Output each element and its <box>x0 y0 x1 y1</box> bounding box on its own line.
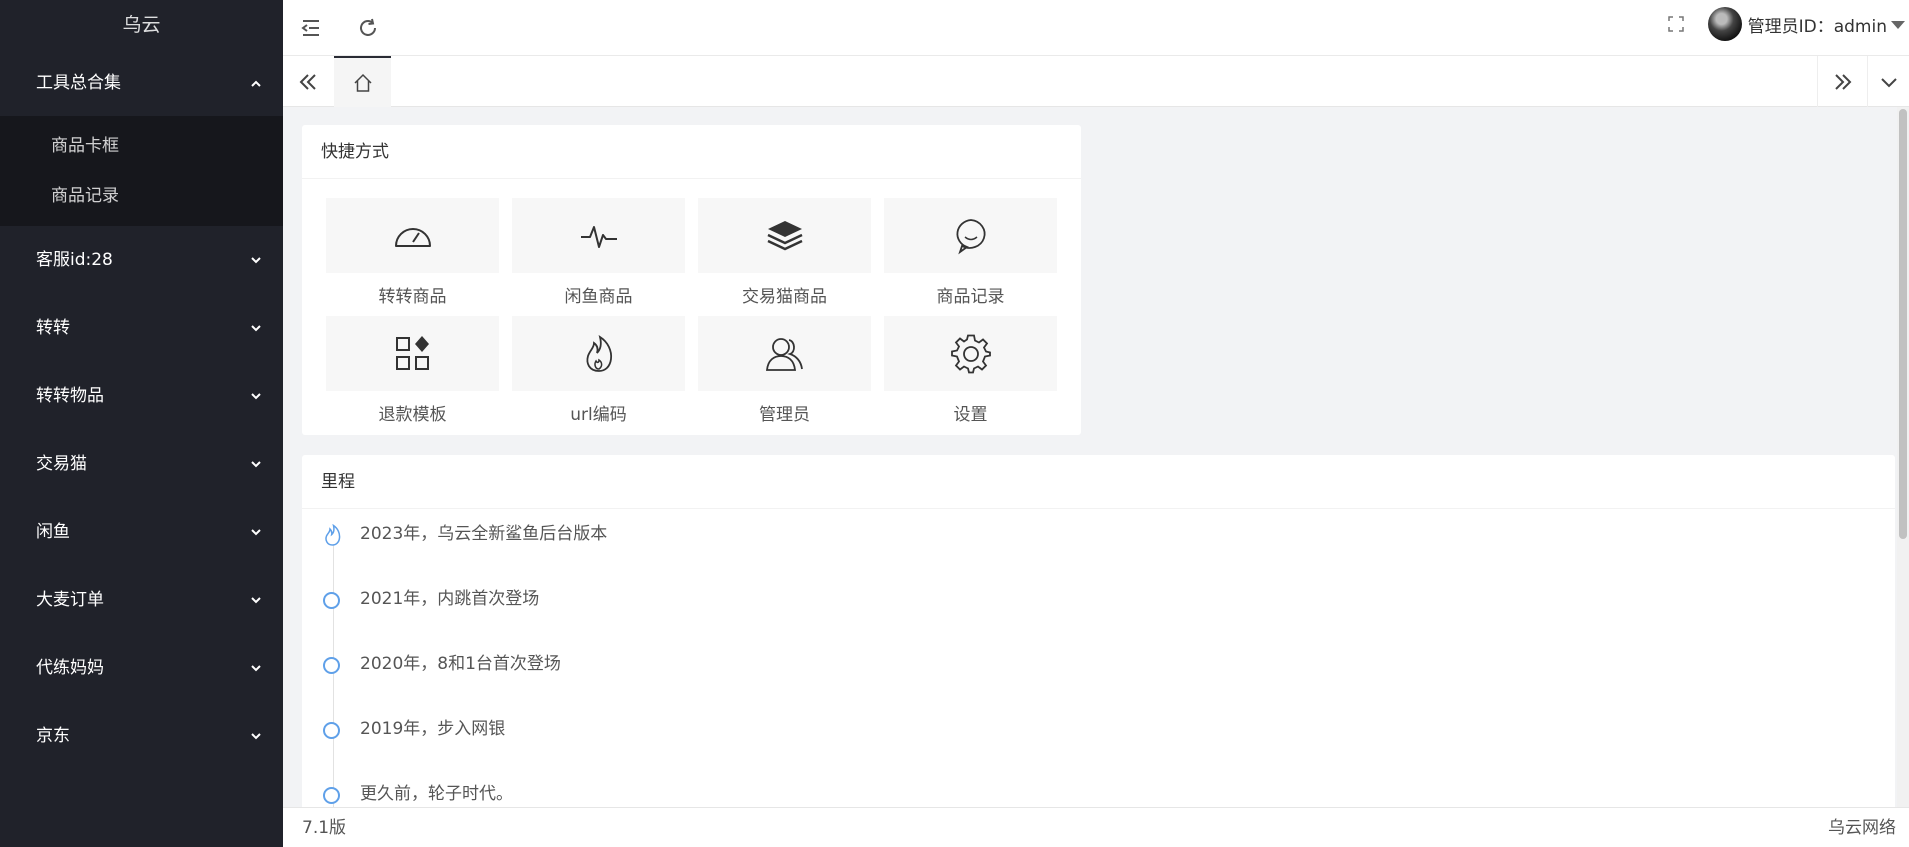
tabs-menu-button[interactable] <box>1867 56 1909 107</box>
sidebar-item-label: 交易猫 <box>36 454 87 474</box>
double-chevron-right-icon <box>1834 73 1851 90</box>
sidebar: 乌云 工具总合集 商品卡框 商品记录 客服id:28 转转 转转物品 交易猫 闲… <box>0 0 283 847</box>
timeline-list: 2023年，乌云全新鲨鱼后台版本 2021年，内跳首次登场 2020年，8和1台… <box>321 521 607 807</box>
scrollbar-thumb[interactable] <box>1899 109 1907 539</box>
shortcut-zhuanzhuan-goods[interactable]: 转转商品 <box>326 198 499 316</box>
main-content: 快捷方式 转转商品 闲鱼商品 交易猫商品 商品记录 退款模板 url编码 管理员… <box>283 107 1909 807</box>
sidebar-item-zhuanzhuan[interactable]: 转转 <box>0 294 283 362</box>
sidebar-item-label: 京东 <box>36 726 70 746</box>
timeline-item: 更久前，轮子时代。 <box>321 781 607 807</box>
refresh-button[interactable] <box>340 0 396 56</box>
chevron-down-icon <box>249 498 263 566</box>
sidebar-item-tools[interactable]: 工具总合集 <box>0 50 283 116</box>
timeline-item: 2021年，内跳首次登场 <box>321 586 607 651</box>
sidebar-item-damai-orders[interactable]: 大麦订单 <box>0 566 283 634</box>
gear-icon <box>950 334 991 373</box>
tabs-scroll-right-button[interactable] <box>1817 56 1867 107</box>
home-icon <box>353 73 372 92</box>
chevron-down-icon <box>249 634 263 702</box>
fire-icon <box>586 334 612 372</box>
shortcuts-card: 快捷方式 转转商品 闲鱼商品 交易猫商品 商品记录 退款模板 url编码 管理员… <box>302 125 1081 435</box>
timeline-title: 里程 <box>302 455 1895 509</box>
timeline-dot <box>323 592 340 609</box>
menu-fold-icon <box>301 20 319 36</box>
chevron-up-icon <box>249 50 263 118</box>
page-tabs <box>283 56 1909 107</box>
footer-brand: 乌云网络 <box>1828 818 1896 838</box>
sidebar-subitem-card-frame[interactable]: 商品卡框 <box>0 121 283 171</box>
sidebar-item-label: 客服id:28 <box>36 250 113 270</box>
shortcut-xianyu-goods[interactable]: 闲鱼商品 <box>512 198 685 316</box>
sidebar-subitem-product-records[interactable]: 商品记录 <box>0 171 283 221</box>
timeline-dot <box>323 787 340 804</box>
shortcut-product-records[interactable]: 商品记录 <box>884 198 1057 316</box>
refresh-icon <box>360 18 376 36</box>
tabs-scroll-left-button[interactable] <box>283 56 333 107</box>
fullscreen-button[interactable] <box>1661 0 1691 48</box>
toggle-sidebar-button[interactable] <box>283 0 339 56</box>
dashboard-icon <box>394 227 431 247</box>
shortcut-settings[interactable]: 设置 <box>884 316 1057 434</box>
user-name: 管理员ID：admin <box>1747 16 1887 37</box>
chevron-down-icon <box>249 566 263 634</box>
sidebar-item-label: 转转物品 <box>36 386 104 406</box>
sidebar-item-label: 代练妈妈 <box>36 658 104 678</box>
apps-icon <box>395 335 429 370</box>
users-icon <box>765 337 803 371</box>
sidebar-item-jiaoyimao[interactable]: 交易猫 <box>0 430 283 498</box>
chevron-down-icon <box>249 362 263 430</box>
sidebar-item-xianyu[interactable]: 闲鱼 <box>0 498 283 566</box>
sidebar-item-label: 闲鱼 <box>36 522 70 542</box>
tab-home[interactable] <box>334 56 391 107</box>
sidebar-item-label: 大麦订单 <box>36 590 104 610</box>
footer: 7.1版 乌云网络 <box>283 807 1909 847</box>
fullscreen-icon <box>1668 16 1684 32</box>
timeline-item: 2020年，8和1台首次登场 <box>321 651 607 716</box>
avatar <box>1707 7 1742 41</box>
shortcuts-title: 快捷方式 <box>302 125 1081 179</box>
shortcut-url-encode[interactable]: url编码 <box>512 316 685 434</box>
sidebar-item-support-id[interactable]: 客服id:28 <box>0 226 283 294</box>
chevron-down-icon <box>1880 77 1897 87</box>
shortcut-admin[interactable]: 管理员 <box>698 316 871 434</box>
content-scrollbar[interactable] <box>1897 107 1909 807</box>
shortcuts-grid: 转转商品 闲鱼商品 交易猫商品 商品记录 退款模板 url编码 管理员 设置 <box>326 198 1057 434</box>
timeline-item: 2019年，步入网银 <box>321 716 607 781</box>
pulse-icon <box>580 225 617 248</box>
timeline-dot <box>323 657 340 674</box>
top-header: 管理员ID：admin <box>283 0 1909 56</box>
double-chevron-left-icon <box>299 73 316 90</box>
chat-bubble-icon <box>956 218 986 254</box>
chevron-down-icon <box>249 226 263 294</box>
version-label: 7.1版 <box>302 818 347 838</box>
shortcut-jiaoyimao-goods[interactable]: 交易猫商品 <box>698 198 871 316</box>
logo[interactable]: 乌云 <box>0 0 283 50</box>
fire-icon <box>325 524 341 546</box>
chevron-down-icon <box>249 702 263 770</box>
sidebar-item-zhuanzhuan-goods[interactable]: 转转物品 <box>0 362 283 430</box>
sidebar-item-dailian-mama[interactable]: 代练妈妈 <box>0 634 283 702</box>
user-menu[interactable]: 管理员ID：admin <box>1707 0 1909 48</box>
sidebar-item-jd[interactable]: 京东 <box>0 702 283 770</box>
timeline-item: 2023年，乌云全新鲨鱼后台版本 <box>321 521 607 586</box>
timeline-dot <box>323 722 340 739</box>
sidebar-item-label: 工具总合集 <box>36 73 121 93</box>
caret-down-icon <box>1891 21 1905 29</box>
shortcut-refund-template[interactable]: 退款模板 <box>326 316 499 434</box>
chevron-down-icon <box>249 294 263 362</box>
layers-icon <box>766 220 803 250</box>
submenu-tools: 商品卡框 商品记录 <box>0 116 283 226</box>
sidebar-item-label: 转转 <box>36 318 70 338</box>
timeline-card: 里程 2023年，乌云全新鲨鱼后台版本 2021年，内跳首次登场 2020年，8… <box>302 455 1895 807</box>
chevron-down-icon <box>249 430 263 498</box>
